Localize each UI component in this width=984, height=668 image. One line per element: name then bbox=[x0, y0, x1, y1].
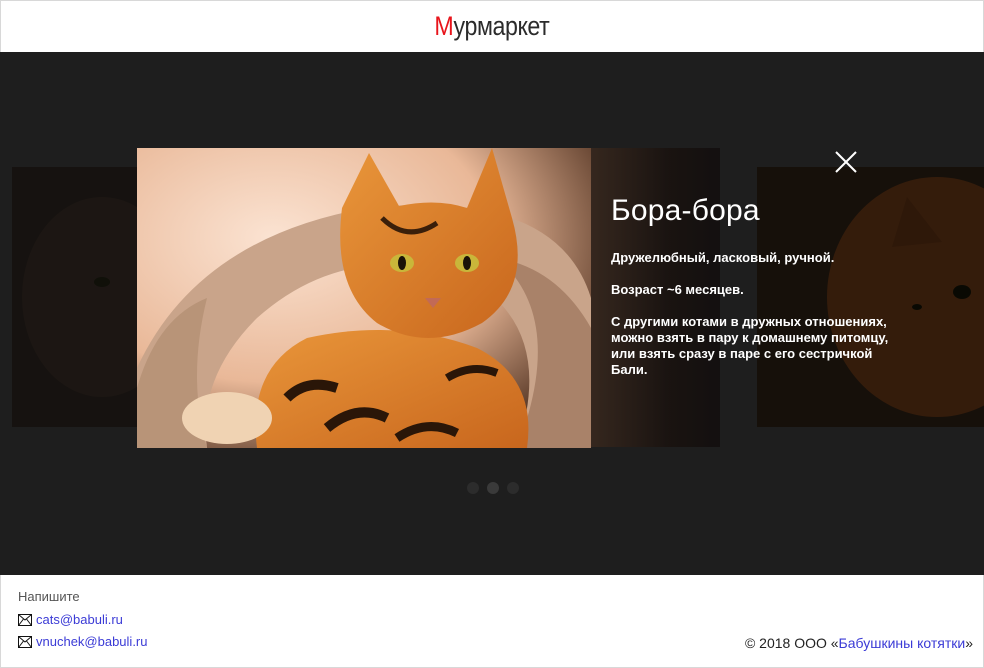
cat-photo bbox=[137, 148, 591, 448]
email-link[interactable]: vnuchek@babuli.ru bbox=[36, 634, 147, 649]
carousel-card-prev[interactable] bbox=[12, 167, 152, 427]
close-icon bbox=[835, 151, 857, 173]
envelope-icon bbox=[18, 635, 32, 648]
gallery-stage: Бора-бора Дружелюбный, ласковый, ручной.… bbox=[0, 52, 984, 575]
copyright-prefix: © 2018 ООО « bbox=[744, 635, 839, 651]
copyright-suffix: » bbox=[965, 635, 973, 651]
envelope-icon bbox=[18, 613, 32, 626]
email-link[interactable]: cats@babuli.ru bbox=[36, 612, 123, 627]
carousel-dot-active[interactable] bbox=[487, 482, 499, 494]
contact-email-2: vnuchek@babuli.ru bbox=[18, 634, 147, 649]
contact-email-1: cats@babuli.ru bbox=[18, 612, 123, 627]
carousel-dot[interactable] bbox=[467, 482, 479, 494]
cat-description-2: Возраст ~6 месяцев. bbox=[611, 282, 744, 297]
copyright: © 2018 ООО «Бабушкины котятки» bbox=[745, 635, 973, 651]
site-footer: Напишите cats@babuli.ru vnuchek@babuli.r… bbox=[0, 575, 984, 668]
logo-first-letter: М bbox=[434, 11, 455, 41]
close-button[interactable] bbox=[834, 150, 858, 174]
cat-description-3: С другими котами в дружных отношениях, м… bbox=[611, 314, 889, 377]
logo-text: урмаркет bbox=[453, 11, 550, 41]
cat-info: Бора-бора Дружелюбный, ласковый, ручной.… bbox=[611, 194, 891, 394]
site-logo[interactable]: Мурмаркет bbox=[435, 11, 550, 42]
site-header: Мурмаркет bbox=[0, 0, 984, 52]
cat-name: Бора-бора bbox=[611, 194, 760, 227]
company-link[interactable]: Бабушкины котятки bbox=[839, 635, 966, 651]
carousel-dot[interactable] bbox=[507, 482, 519, 494]
carousel-dots bbox=[467, 482, 519, 494]
contact-title: Напишите bbox=[18, 589, 80, 604]
cat-description-1: Дружелюбный, ласковый, ручной. bbox=[611, 250, 835, 265]
